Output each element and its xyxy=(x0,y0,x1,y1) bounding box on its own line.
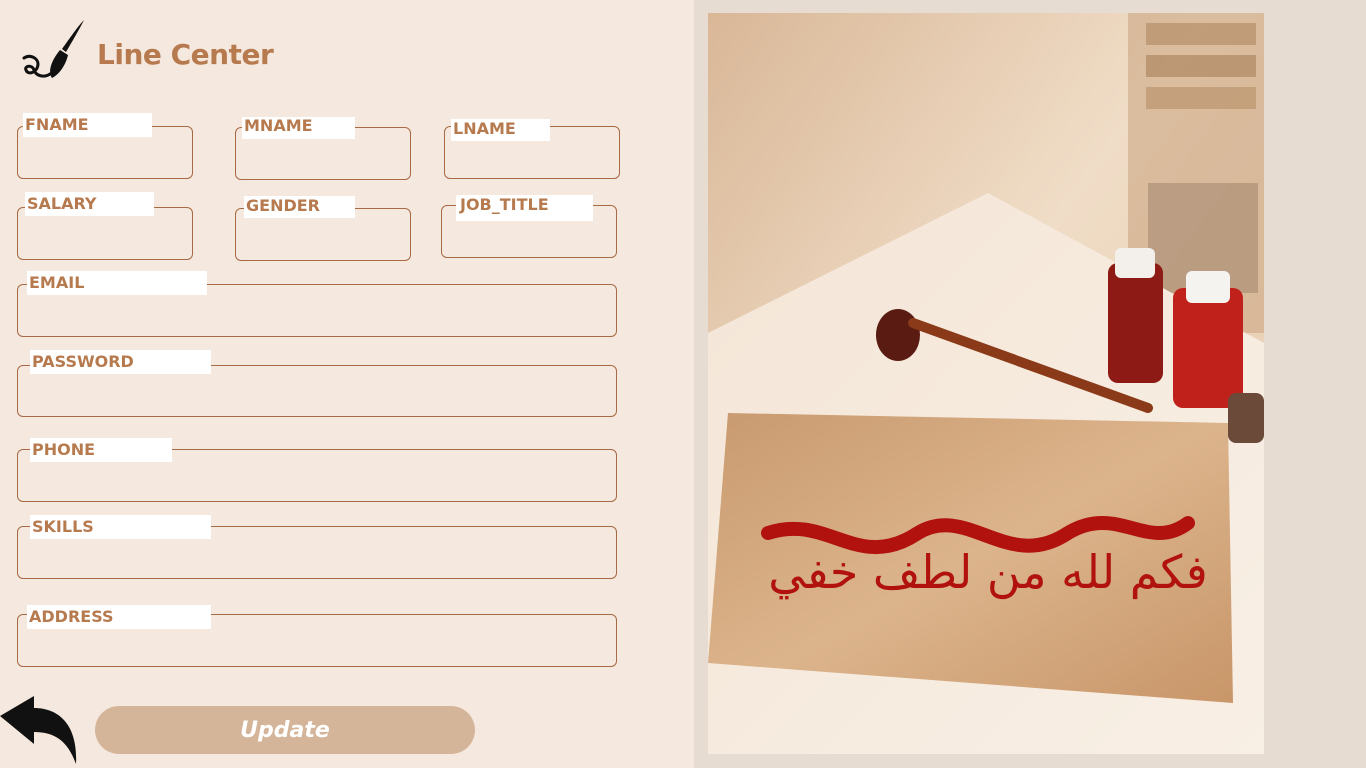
salary-input[interactable] xyxy=(24,227,186,255)
skills-input[interactable] xyxy=(24,546,610,574)
address-label: ADDRESS xyxy=(27,605,211,629)
lname-input[interactable] xyxy=(451,146,613,174)
salary-label: SALARY xyxy=(25,192,154,216)
update-button[interactable]: Update xyxy=(95,706,475,754)
password-label: PASSWORD xyxy=(30,350,211,374)
password-input[interactable] xyxy=(24,384,610,412)
brand-name: Line Center xyxy=(97,38,274,71)
form-panel: Line Center FNAME MNAME LNAME SALARY GEN… xyxy=(0,0,694,768)
email-input[interactable] xyxy=(24,304,610,332)
calligraphy-brush-icon xyxy=(22,20,84,78)
calligraphy-photo: فكم لله من لطف خفي xyxy=(708,13,1264,754)
fname-input[interactable] xyxy=(24,146,186,174)
job-title-input[interactable] xyxy=(448,225,610,253)
lname-label: LNAME xyxy=(451,119,550,141)
address-input[interactable] xyxy=(24,634,610,662)
phone-label: PHONE xyxy=(30,438,172,462)
gender-label: GENDER xyxy=(244,196,355,218)
job-title-label: JOB_TITLE xyxy=(456,195,593,221)
mname-label: MNAME xyxy=(242,117,355,139)
back-arrow-icon[interactable] xyxy=(0,696,80,768)
calligraphy-text: فكم لله من لطف خفي xyxy=(768,545,1207,600)
gender-input[interactable] xyxy=(242,228,404,256)
fname-label: FNAME xyxy=(23,113,152,137)
mname-input[interactable] xyxy=(242,147,404,175)
phone-input[interactable] xyxy=(24,469,610,497)
email-label: EMAIL xyxy=(27,271,207,295)
skills-label: SKILLS xyxy=(30,515,211,539)
